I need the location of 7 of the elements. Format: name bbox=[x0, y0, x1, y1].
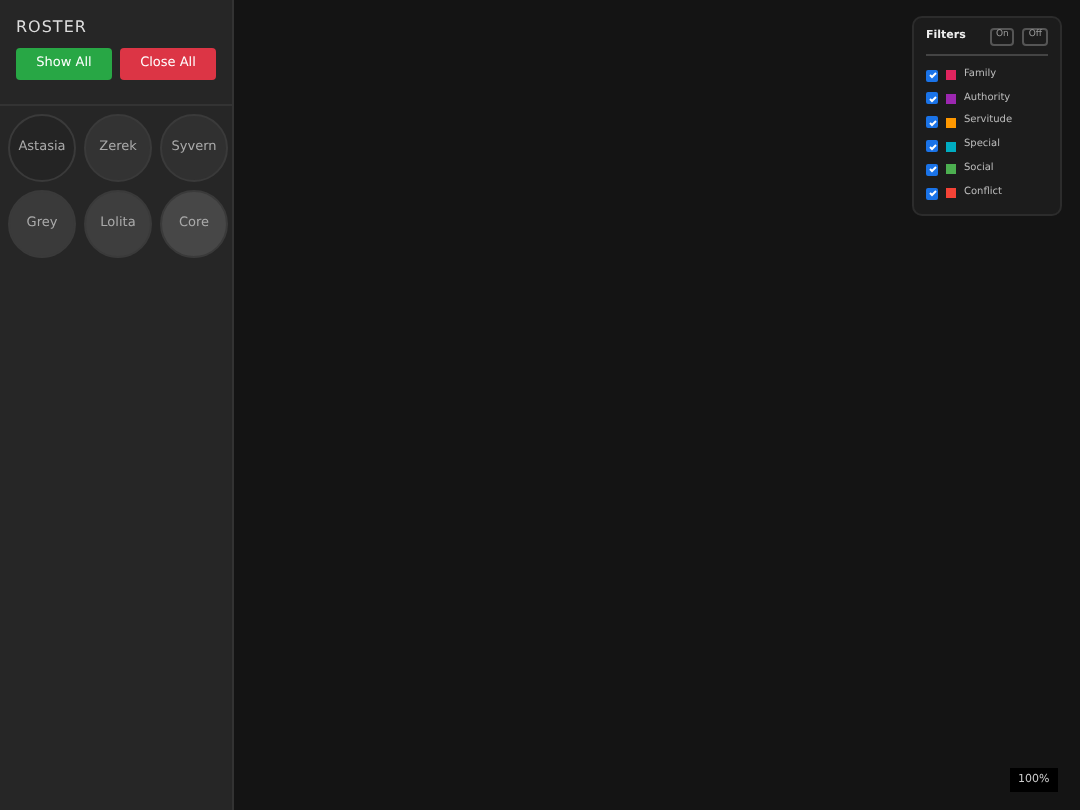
checkbox[interactable] bbox=[926, 163, 938, 176]
checkbox[interactable] bbox=[926, 140, 938, 153]
roster-title: ROSTER bbox=[16, 16, 89, 40]
checkbox[interactable] bbox=[926, 187, 938, 200]
checkbox[interactable] bbox=[926, 116, 938, 129]
checkbox[interactable] bbox=[926, 69, 938, 82]
checkbox[interactable] bbox=[926, 92, 938, 105]
